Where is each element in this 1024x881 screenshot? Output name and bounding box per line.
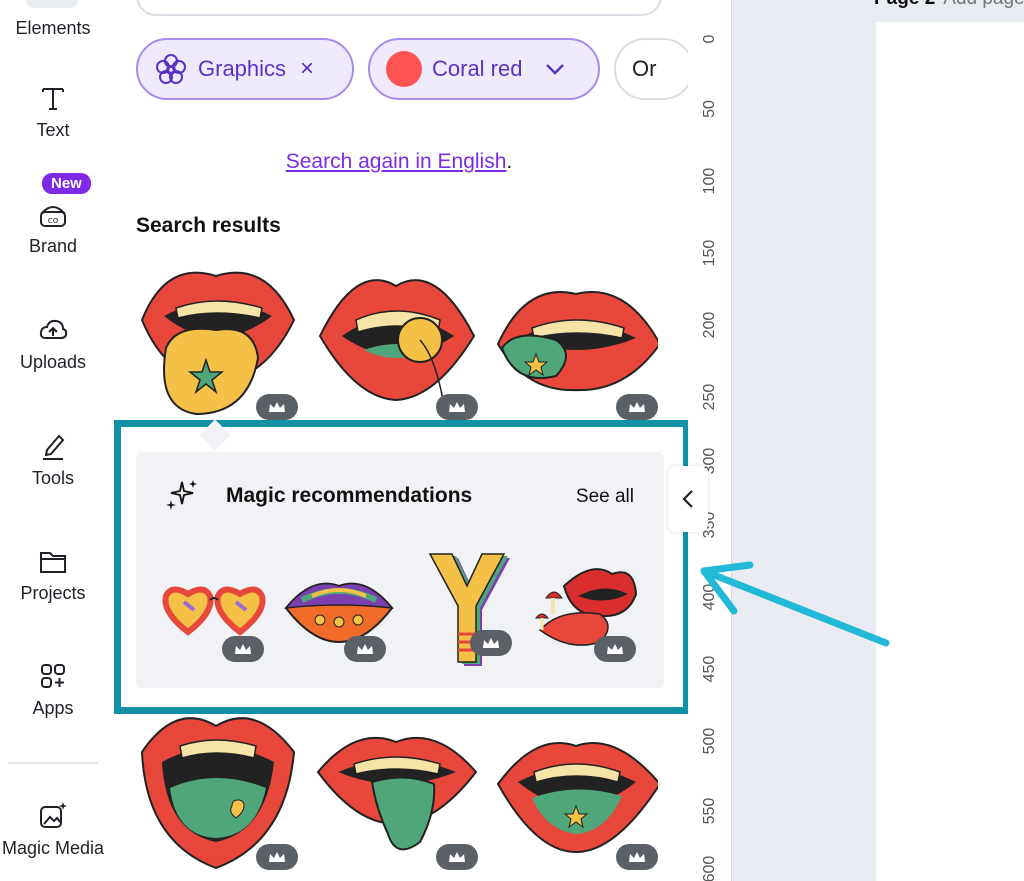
sidebar-item-tools[interactable]: Tools [0, 430, 106, 489]
sidebar-item-label: Brand [28, 236, 78, 256]
text-icon [42, 88, 64, 110]
crown-icon [483, 638, 499, 648]
add-page-title[interactable]: Add page title [943, 0, 1024, 9]
sparkles-icon [166, 480, 197, 510]
chip-label: Graphics [198, 56, 287, 81]
crown-icon [629, 402, 645, 412]
crown-icon [357, 644, 373, 654]
design-page[interactable] [876, 22, 1024, 881]
sidebar-item-label: Magic Media [1, 838, 105, 858]
ruler-tick-label: 250 [701, 383, 718, 411]
remove-filter-icon[interactable]: × [300, 55, 314, 83]
sidebar-item-text[interactable]: Text [0, 82, 106, 141]
result-tile[interactable] [316, 258, 478, 420]
premium-crown-badge [344, 636, 386, 662]
crown-icon [449, 402, 465, 412]
crown-icon [235, 644, 251, 654]
search-results-title: Search results [136, 214, 281, 237]
result-tile[interactable] [316, 712, 478, 872]
sidebar-item-magic-media[interactable]: Magic Media [0, 800, 106, 859]
ruler-tick-label: 0 [701, 34, 718, 44]
premium-crown-badge [616, 394, 658, 420]
elements-icon-button[interactable] [26, 0, 78, 8]
annotation-arrow [700, 561, 890, 647]
page-number: Page 2 [874, 0, 935, 9]
chip-label: Coral red [432, 56, 523, 81]
premium-crown-badge [436, 844, 478, 870]
ruler-tick-label: 500 [701, 727, 718, 755]
sidebar-divider [8, 762, 98, 764]
premium-crown-badge [256, 844, 298, 870]
sidebar-item-label: Text [36, 120, 70, 140]
premium-crown-badge [436, 394, 478, 420]
sidebar-item-label: Apps [32, 698, 74, 718]
color-swatch [386, 51, 422, 87]
recommendation-tile[interactable] [160, 562, 270, 662]
result-tile[interactable] [496, 712, 662, 872]
recommendation-tile[interactable] [530, 560, 640, 662]
sidebar-item-elements[interactable]: Elements [0, 18, 106, 39]
sidebar-item-brand[interactable]: co Brand [0, 198, 106, 257]
sidebar-item-label: Projects [20, 583, 86, 603]
ruler-tick-label: 600 [701, 855, 718, 881]
sidebar-item-projects[interactable]: Projects [0, 545, 106, 604]
svg-text:co: co [48, 216, 59, 226]
sidebar-item-label: Tools [31, 468, 75, 488]
app-window: Elements Text New co Brand Uploads Tools… [0, 0, 1024, 881]
crown-icon [629, 852, 645, 862]
premium-crown-badge [470, 630, 512, 656]
page-label: Page 2 Add page title [874, 0, 1024, 10]
ruler-tick-label: 100 [701, 167, 718, 195]
search-again-suffix: . [506, 150, 513, 173]
result-tile[interactable] [136, 258, 298, 420]
magic-media-icon [40, 802, 67, 828]
search-again-line: Search again in English. [110, 150, 688, 174]
premium-crown-badge [616, 844, 658, 870]
cloud-upload-icon [39, 319, 68, 339]
flower-icon [156, 54, 186, 84]
new-badge: New [42, 173, 91, 194]
sidebar-item-apps[interactable]: Apps [0, 660, 106, 719]
folder-icon [40, 552, 66, 573]
search-again-link[interactable]: Search again in English [286, 150, 507, 173]
chip-label: Or [632, 56, 657, 81]
filter-chip-graphics[interactable]: Graphics × [136, 38, 354, 100]
ruler-tick-label: 550 [701, 797, 718, 825]
premium-crown-badge [222, 636, 264, 662]
ruler-tick-label: 450 [701, 655, 718, 683]
apps-grid-icon [41, 664, 65, 688]
premium-crown-badge [256, 394, 298, 420]
filter-chip-more[interactable]: Or [614, 38, 688, 100]
crown-icon [269, 852, 285, 862]
chevron-left-icon [682, 490, 693, 508]
ruler-tick-label: 50 [701, 100, 718, 118]
vertical-ruler: 0 50 100 150 200 250 300 350 400 450 500… [688, 0, 732, 881]
crown-icon [269, 402, 285, 412]
magic-recommendations-title: Magic recommendations [226, 484, 473, 507]
magic-recommendations-card: Magic recommendations See all [136, 452, 664, 688]
sidebar-rail: Elements Text New co Brand Uploads Tools… [0, 0, 110, 881]
ruler-tick-label: 150 [701, 239, 718, 267]
filter-chip-color[interactable]: Coral red [368, 38, 600, 100]
sidebar-item-label: Uploads [19, 352, 87, 372]
brand-icon: co [40, 206, 66, 227]
search-input[interactable] [136, 0, 662, 16]
result-tile[interactable] [496, 258, 662, 420]
crown-icon [607, 644, 623, 654]
result-tile[interactable] [136, 712, 298, 872]
ruler-tick-label: 200 [701, 311, 718, 339]
crown-icon [449, 852, 465, 862]
see-all-button[interactable]: See all [576, 486, 634, 508]
sidebar-item-uploads[interactable]: Uploads [0, 314, 106, 373]
chevron-down-icon[interactable] [544, 62, 566, 76]
collapse-panel-button[interactable] [668, 466, 708, 532]
recommendation-tile[interactable] [412, 550, 522, 666]
pen-tool-icon [43, 434, 65, 460]
recommendation-tile[interactable] [282, 562, 396, 662]
premium-crown-badge [594, 636, 636, 662]
